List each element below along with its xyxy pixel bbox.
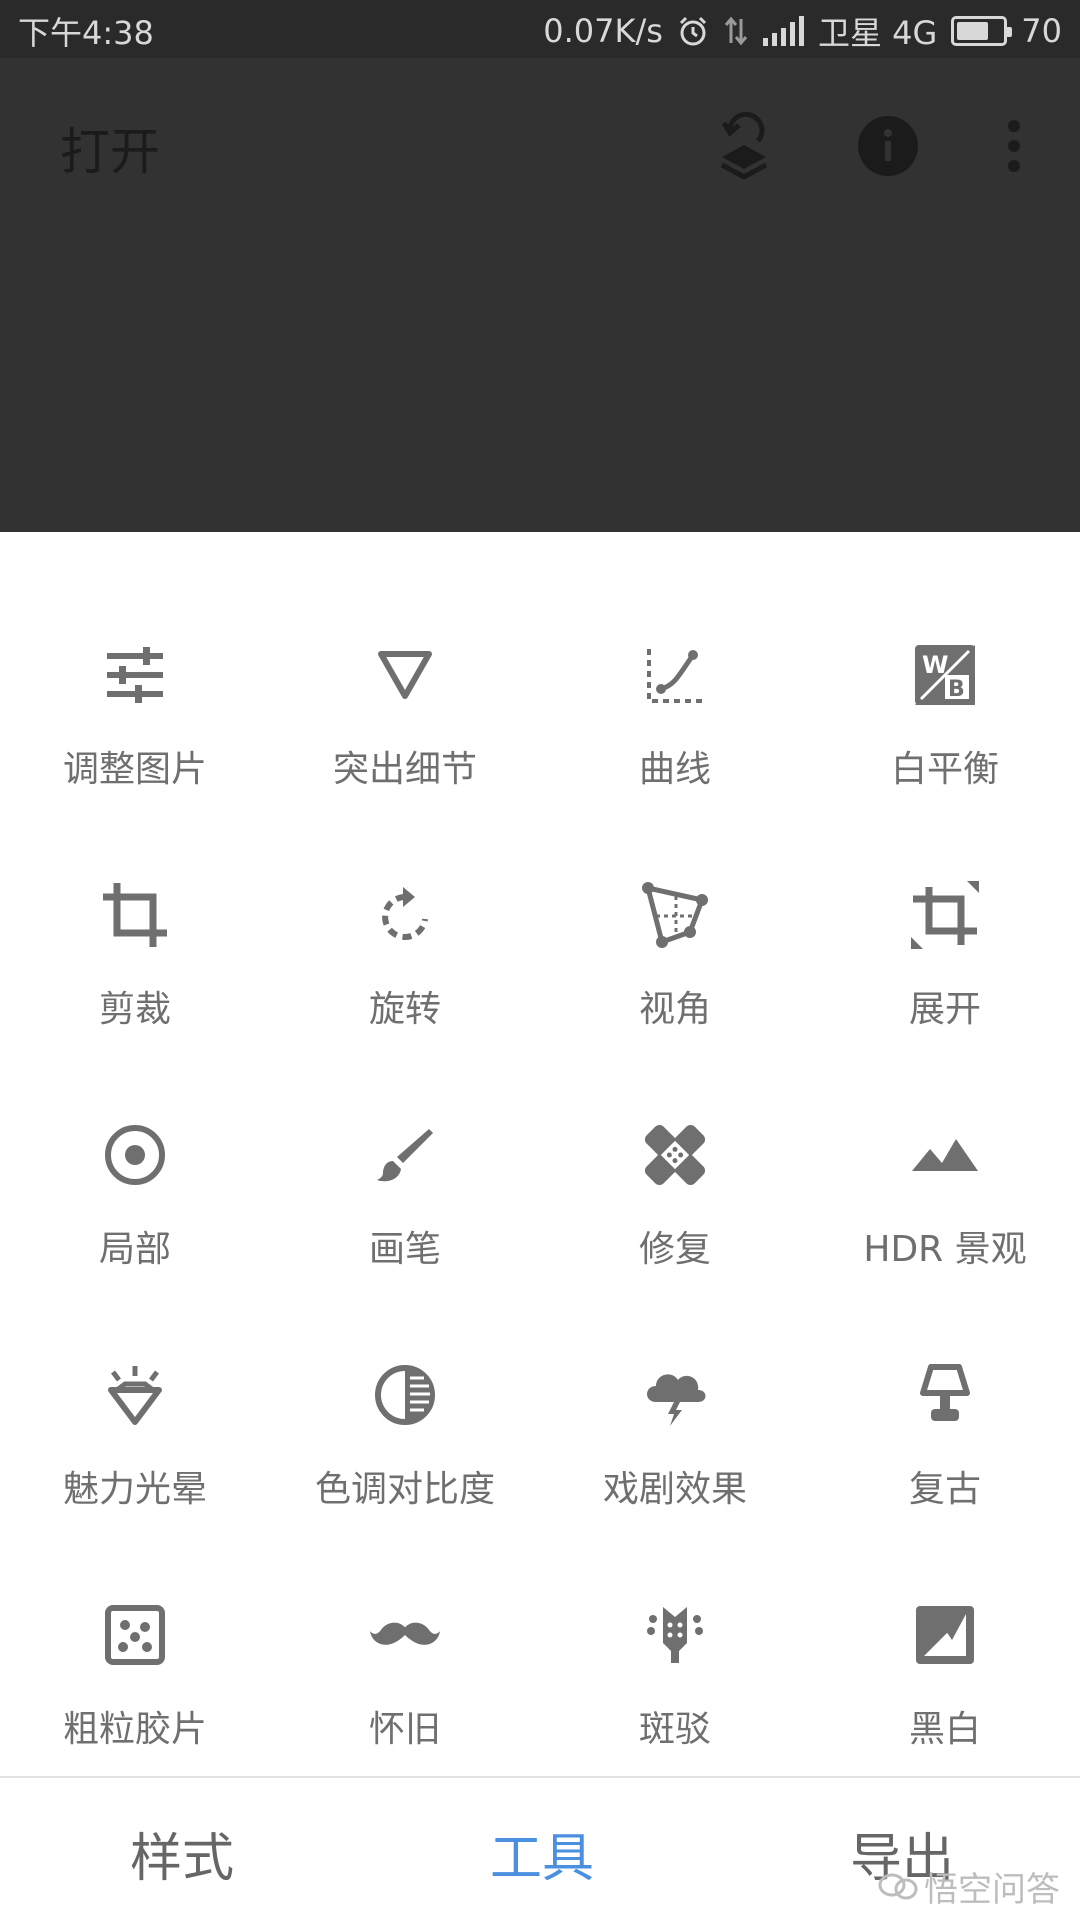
network-speed: 0.07K/s	[543, 12, 663, 50]
watermark-text: 悟空问答	[924, 1870, 1060, 1910]
tool-drama[interactable]: 戏剧效果	[540, 1360, 810, 1600]
signal-icon	[762, 16, 804, 46]
info-button[interactable]	[844, 102, 932, 190]
tool-label: 复古	[908, 1469, 981, 1510]
data-transfer-icon	[724, 16, 748, 46]
watermark: 悟空问答	[878, 1862, 1060, 1911]
tool-rotate[interactable]: 旋转	[270, 880, 540, 1120]
tools-row: 剪裁 旋转 视角 展开	[0, 880, 1080, 1120]
grainy-film-icon	[105, 1605, 165, 1665]
status-right: 0.07K/s 卫星 4G 70	[543, 8, 1062, 54]
perspective-icon	[642, 882, 708, 948]
drama-icon	[647, 1374, 706, 1426]
tool-label: 剪裁	[98, 989, 171, 1030]
healing-icon	[644, 1124, 706, 1186]
curves-icon	[647, 649, 703, 703]
tool-white-balance[interactable]: W B 白平衡	[810, 640, 1080, 880]
tool-label: 色调对比度	[314, 1469, 495, 1510]
tools-row: 魅力光晕 色调对比度 戏剧效果 复古	[0, 1360, 1080, 1600]
tool-label: 曲线	[638, 749, 711, 790]
tool-label: 视角	[638, 989, 711, 1030]
battery-icon	[951, 16, 1013, 46]
tool-glamour-glow[interactable]: 魅力光晕	[0, 1360, 270, 1600]
tool-expand[interactable]: 展开	[810, 880, 1080, 1120]
tool-healing[interactable]: 修复	[540, 1120, 810, 1360]
triangle-details-icon	[378, 651, 432, 699]
layers-undo-icon	[720, 111, 768, 180]
hdr-landscape-icon	[912, 1139, 978, 1171]
tab-tools[interactable]: 工具	[490, 1816, 594, 1891]
tool-label: 修复	[638, 1229, 711, 1270]
bottom-tab-bar: 样式 工具 导出 悟空问答	[0, 1776, 1080, 1920]
tool-curves[interactable]: 曲线	[540, 640, 810, 880]
tool-label: 画笔	[368, 1229, 441, 1270]
black-white-icon	[916, 1606, 974, 1664]
tonal-contrast-icon	[375, 1365, 435, 1425]
svg-text:W: W	[922, 651, 948, 679]
tool-label: 粗粒胶片	[62, 1709, 207, 1750]
tool-label: 调整图片	[62, 749, 207, 790]
retrolux-mustache-icon	[370, 1622, 440, 1645]
tools-grid: 调整图片 突出细节 曲线 W B 白平衡 剪裁 旋转 视角 展开 局部 画笔 修…	[0, 640, 1080, 1840]
carrier-label: 卫星 4G	[817, 14, 938, 52]
alarm-icon	[679, 16, 706, 46]
glamour-glow-icon	[108, 1366, 162, 1425]
battery-level: 70	[1021, 12, 1062, 50]
tool-brush[interactable]: 画笔	[270, 1120, 540, 1360]
tool-tonal-contrast[interactable]: 色调对比度	[270, 1360, 540, 1600]
tool-label: 白平衡	[890, 749, 999, 790]
tool-label: 突出细节	[332, 749, 477, 790]
image-area: 打开	[0, 58, 1080, 532]
tool-hdr[interactable]: HDR 景观	[810, 1120, 1080, 1360]
info-icon	[858, 116, 918, 176]
vintage-lamp-icon	[920, 1364, 970, 1421]
tool-vintage[interactable]: 复古	[810, 1360, 1080, 1600]
tool-label: 局部	[98, 1229, 171, 1270]
tab-styles[interactable]: 样式	[130, 1816, 234, 1891]
selective-icon	[105, 1125, 165, 1185]
tool-label: 黑白	[908, 1709, 981, 1750]
tool-tune-image[interactable]: 调整图片	[0, 640, 270, 880]
grunge-icon	[647, 1607, 703, 1663]
crop-icon	[103, 883, 167, 947]
more-button[interactable]	[970, 102, 1058, 190]
more-vert-icon	[1008, 120, 1020, 172]
tool-label: 魅力光晕	[62, 1469, 207, 1510]
tool-perspective[interactable]: 视角	[540, 880, 810, 1120]
tools-row: 局部 画笔 修复 HDR 景观	[0, 1120, 1080, 1360]
tool-label: 戏剧效果	[602, 1469, 747, 1510]
tool-details[interactable]: 突出细节	[270, 640, 540, 880]
open-button[interactable]: 打开	[60, 112, 160, 184]
brush-icon	[377, 1129, 433, 1182]
status-time: 下午4:38	[18, 14, 154, 52]
tool-label: 斑驳	[638, 1709, 711, 1750]
tool-selective[interactable]: 局部	[0, 1120, 270, 1360]
expand-icon	[911, 881, 979, 949]
tool-label: 旋转	[368, 989, 441, 1030]
white-balance-icon: W B	[915, 645, 975, 705]
tool-label: 展开	[908, 989, 981, 1030]
svg-text:B: B	[948, 677, 965, 702]
tune-icon	[107, 647, 163, 703]
layers-undo-button[interactable]	[700, 102, 788, 190]
chat-bubbles-icon	[878, 1873, 918, 1899]
rotate-icon	[382, 887, 428, 940]
tool-label: 怀旧	[368, 1709, 441, 1750]
tools-row: 调整图片 突出细节 曲线 W B 白平衡	[0, 640, 1080, 880]
tool-crop[interactable]: 剪裁	[0, 880, 270, 1120]
tool-label: HDR 景观	[863, 1229, 1027, 1270]
status-bar: 下午4:38 0.07K/s 卫星 4G 70	[0, 0, 1080, 58]
